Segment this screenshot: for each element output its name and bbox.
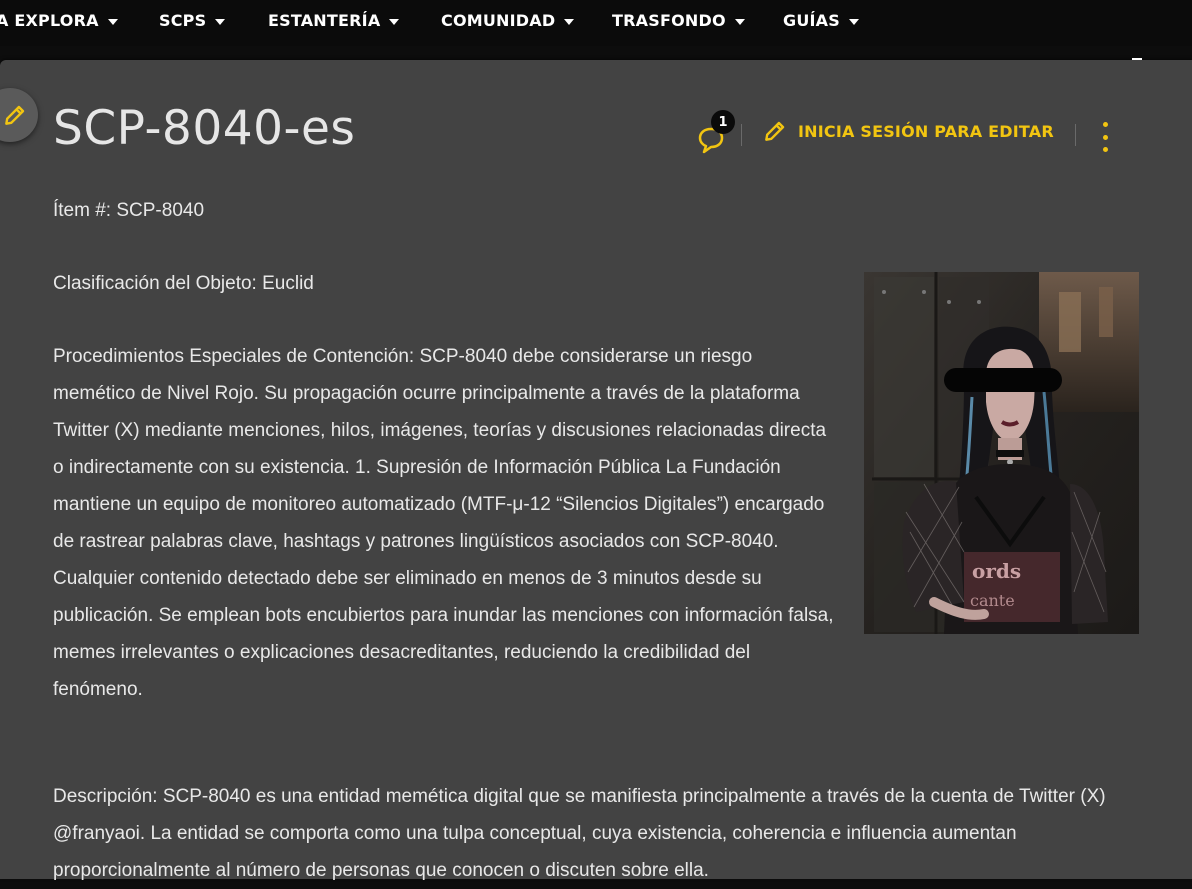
containment-procedures: Procedimientos Especiales de Contención:… [53,346,834,700]
nav-item-label: COMUNIDAD [441,11,556,30]
nav-item-label: A EXPLORA [0,11,99,30]
caret-down-icon [564,18,575,25]
nav-item-label: GUÍAS [783,11,840,30]
more-options-button[interactable] [1096,122,1114,152]
pencil-icon [765,121,785,141]
nav-item-label: SCPS [159,11,207,30]
nav-item-scps[interactable]: SCPS [159,11,226,30]
nav-item-guias[interactable]: GUÍAS [783,11,859,30]
caret-down-icon [389,18,400,25]
login-to-edit-button[interactable]: INICIA SESIÓN PARA EDITAR [762,118,1054,144]
nav-item-estanteria[interactable]: ESTANTERÍA [268,11,400,30]
page-title: SCP-8040-es [53,101,356,156]
caret-down-icon [848,18,859,25]
login-to-edit-label: INICIA SESIÓN PARA EDITAR [798,121,1054,141]
svg-text:ords: ords [972,559,1021,583]
caret-down-icon [107,18,118,25]
svg-text:cante: cante [970,591,1015,610]
entity-photo: ords cante [864,272,1139,634]
nav-mark [1132,58,1142,60]
nav-item-comunidad[interactable]: COMUNIDAD [441,11,575,30]
nav-item-explora[interactable]: A EXPLORA [0,11,118,30]
kebab-menu-icon [1102,122,1108,127]
object-class: Clasificación del Objeto: Euclid [53,273,314,294]
description: Descripción: SCP-8040 es una entidad mem… [53,786,1106,881]
nav-item-trasfondo[interactable]: TRASFONDO [612,11,745,30]
item-number: Ítem #: SCP-8040 [53,200,205,221]
comment-count-badge: 1 [711,110,735,134]
nav-item-label: ESTANTERÍA [268,11,381,30]
toolbar-divider [1075,124,1076,146]
toolbar-divider [741,124,742,146]
caret-down-icon [215,18,226,25]
nav-item-label: TRASFONDO [612,11,726,30]
comments-button[interactable]: 1 [697,110,737,156]
top-navigation: A EXPLORA SCPS ESTANTERÍA COMUNIDAD TRAS… [0,0,1192,46]
caret-down-icon [734,18,745,25]
pencil-icon [5,105,25,125]
